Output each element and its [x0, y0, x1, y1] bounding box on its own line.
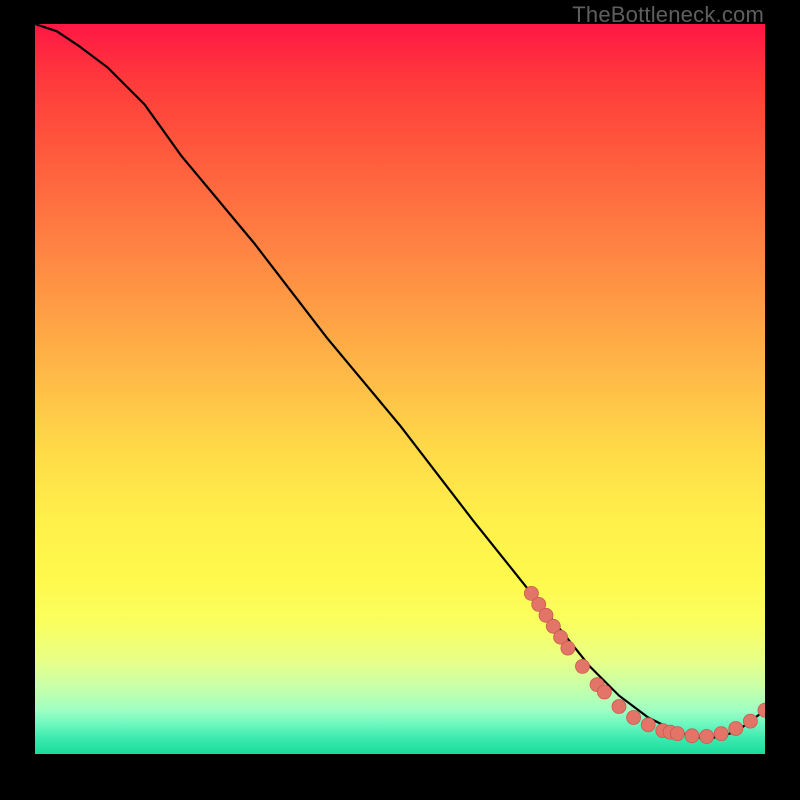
- data-point: [743, 714, 757, 728]
- data-point: [597, 685, 611, 699]
- data-point: [700, 730, 714, 744]
- data-point: [641, 718, 655, 732]
- chart-area: [35, 24, 765, 754]
- data-point: [561, 641, 575, 655]
- data-point: [685, 729, 699, 743]
- curve-markers: [524, 586, 765, 743]
- data-point: [729, 722, 743, 736]
- data-point: [576, 659, 590, 673]
- data-point: [612, 700, 626, 714]
- data-point: [670, 727, 684, 741]
- chart-svg: [35, 24, 765, 754]
- bottleneck-curve: [35, 24, 765, 739]
- data-point: [714, 727, 728, 741]
- data-point: [627, 711, 641, 725]
